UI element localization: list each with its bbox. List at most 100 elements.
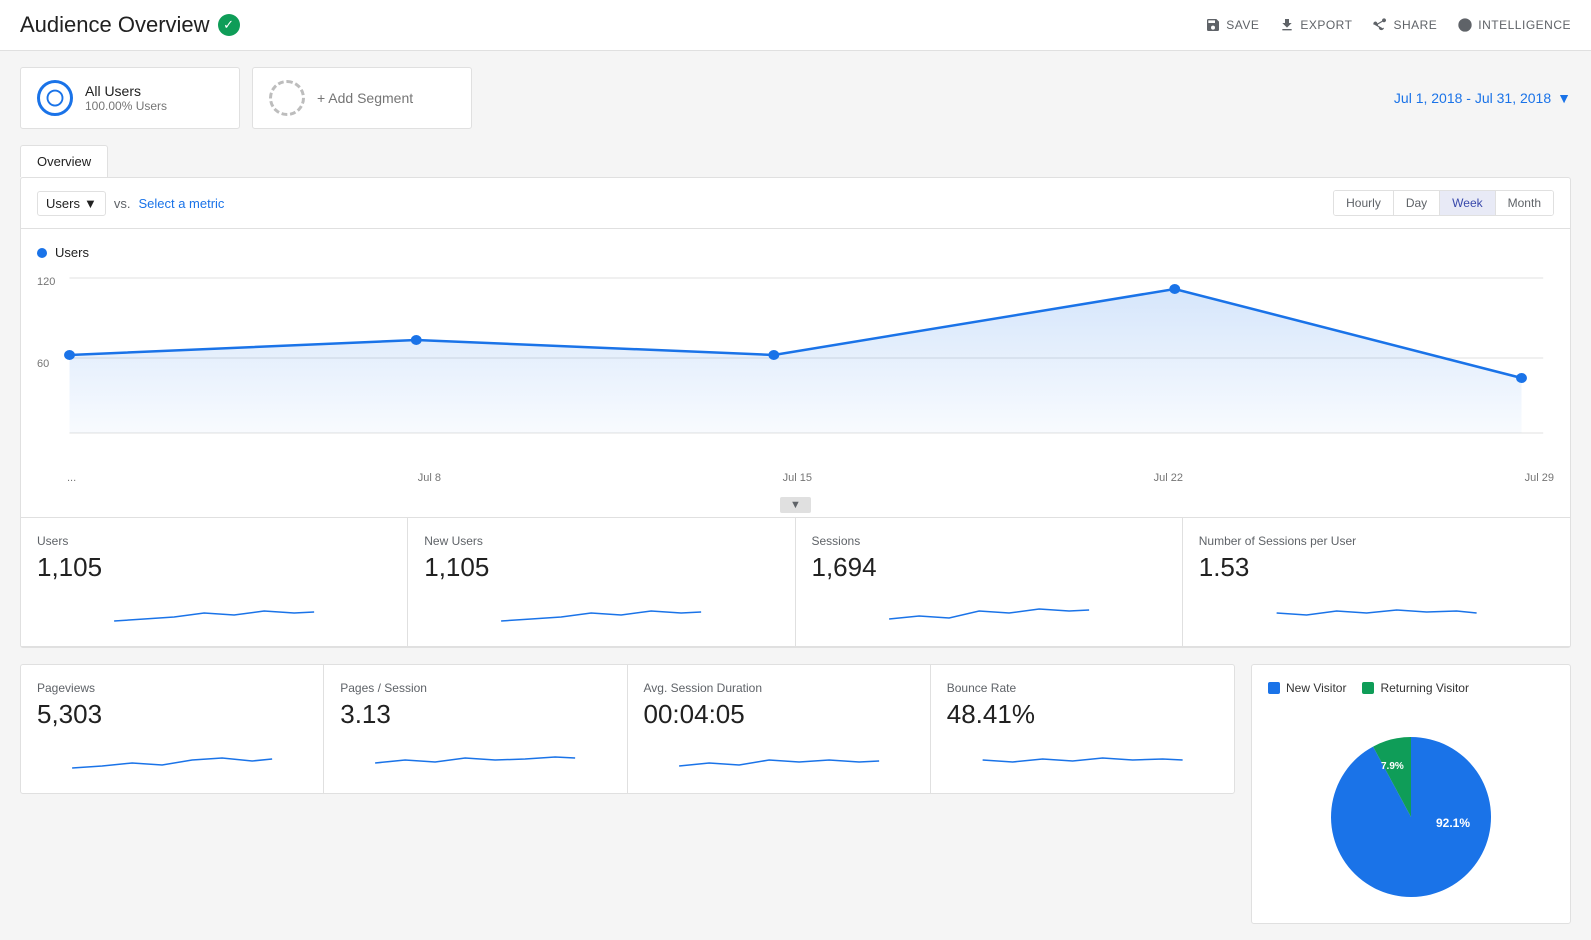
x-label-0: ...	[67, 472, 76, 484]
sparkline-avg-duration	[644, 738, 914, 778]
metric-value-sessions: 1,694	[812, 552, 1166, 583]
metric-label-sessions: Sessions	[812, 534, 1166, 548]
metric-value-users: 1,105	[37, 552, 391, 583]
save-label: SAVE	[1226, 18, 1259, 32]
pie-chart: 92.1% 7.9%	[1281, 707, 1541, 907]
metric-label-pages-session: Pages / Session	[340, 681, 610, 695]
add-segment-text: + Add Segment	[317, 90, 413, 106]
segment-circle-icon	[37, 80, 73, 116]
x-label-4: Jul 29	[1525, 472, 1554, 484]
metric-label-pageviews: Pageviews	[37, 681, 307, 695]
select-metric-link[interactable]: Select a metric	[138, 196, 224, 211]
chart-legend: Users	[37, 245, 1554, 260]
metric-label-bounce-rate: Bounce Rate	[947, 681, 1218, 695]
segments-row: All Users 100.00% Users + Add Segment Ju…	[20, 67, 1571, 129]
main-content: All Users 100.00% Users + Add Segment Ju…	[0, 51, 1591, 940]
metric-cell-sessions-per-user: Number of Sessions per User 1.53	[1183, 518, 1570, 647]
metric-left: Users ▼ vs. Select a metric	[37, 191, 224, 216]
x-axis: ... Jul 8 Jul 15 Jul 22 Jul 29	[37, 468, 1554, 492]
metric-cell-pageviews: Pageviews 5,303	[21, 665, 324, 793]
x-label-1: Jul 8	[418, 472, 441, 484]
metrics-bottom-grid: Pageviews 5,303 Pages / Session 3.13 Avg…	[20, 664, 1235, 794]
returning-visitor-pct-label: 7.9%	[1381, 761, 1404, 772]
returning-visitor-legend: Returning Visitor	[1362, 681, 1469, 695]
y-axis-max: 120	[37, 276, 55, 288]
header: Audience Overview ✓ SAVE EXPORT SHARE IN…	[0, 0, 1591, 51]
save-button[interactable]: SAVE	[1205, 17, 1259, 33]
metric-value-new-users: 1,105	[424, 552, 778, 583]
date-picker[interactable]: Jul 1, 2018 - Jul 31, 2018 ▼	[1394, 90, 1571, 106]
add-segment-card[interactable]: + Add Segment	[252, 67, 472, 129]
metric-dropdown-label: Users	[46, 196, 80, 211]
sparkline-pages-session	[340, 738, 610, 778]
page-title: Audience Overview	[20, 12, 210, 38]
segments-left: All Users 100.00% Users + Add Segment	[20, 67, 472, 129]
metric-label-users: Users	[37, 534, 391, 548]
share-button[interactable]: SHARE	[1372, 17, 1437, 33]
sparkline-sessions	[812, 591, 1166, 631]
users-legend-dot	[37, 248, 47, 258]
segment-percentage: 100.00% Users	[85, 99, 167, 113]
time-period-buttons: Hourly Day Week Month	[1333, 190, 1554, 216]
segment-info: All Users 100.00% Users	[85, 83, 167, 113]
overview-panel: Users ▼ vs. Select a metric Hourly Day W…	[20, 177, 1571, 648]
week-btn[interactable]: Week	[1440, 191, 1495, 215]
metric-value-bounce-rate: 48.41%	[947, 699, 1218, 730]
scroll-button[interactable]: ▼	[780, 497, 811, 513]
metric-label-sessions-per-user: Number of Sessions per User	[1199, 534, 1554, 548]
day-btn[interactable]: Day	[1394, 191, 1440, 215]
sparkline-bounce-rate	[947, 738, 1218, 778]
all-users-segment[interactable]: All Users 100.00% Users	[20, 67, 240, 129]
date-picker-arrow: ▼	[1557, 90, 1571, 106]
segment-name: All Users	[85, 83, 167, 99]
intelligence-label: INTELLIGENCE	[1478, 18, 1571, 32]
metric-value-sessions-per-user: 1.53	[1199, 552, 1554, 583]
pie-legend: New Visitor Returning Visitor	[1268, 681, 1554, 695]
overview-tab-label[interactable]: Overview	[20, 145, 1571, 177]
metric-value-pageviews: 5,303	[37, 699, 307, 730]
pie-section: New Visitor Returning Visitor	[1251, 664, 1571, 924]
header-actions: SAVE EXPORT SHARE INTELLIGENCE	[1205, 17, 1571, 33]
export-label: EXPORT	[1300, 18, 1352, 32]
returning-visitor-dot	[1362, 682, 1374, 694]
scroll-indicator: ▼	[37, 492, 1554, 517]
chart-controls: Users ▼ vs. Select a metric Hourly Day W…	[21, 178, 1570, 229]
x-label-2: Jul 15	[783, 472, 812, 484]
y-axis-mid: 60	[37, 358, 49, 370]
shield-icon: ✓	[218, 14, 240, 36]
metric-cell-avg-duration: Avg. Session Duration 00:04:05	[628, 665, 931, 793]
metric-label-avg-duration: Avg. Session Duration	[644, 681, 914, 695]
line-chart	[37, 268, 1554, 448]
export-button[interactable]: EXPORT	[1279, 17, 1352, 33]
metric-cell-sessions: Sessions 1,694	[796, 518, 1183, 647]
bottom-section: Pageviews 5,303 Pages / Session 3.13 Avg…	[20, 664, 1571, 924]
add-segment-icon	[269, 80, 305, 116]
new-visitor-dot	[1268, 682, 1280, 694]
overview-tab-text: Overview	[20, 145, 108, 177]
metrics-top-grid: Users 1,105 New Users 1,105 Sessions 1,6…	[21, 517, 1570, 647]
metric-cell-new-users: New Users 1,105	[408, 518, 795, 647]
sparkline-sessions-per-user	[1199, 591, 1554, 631]
new-visitor-legend: New Visitor	[1268, 681, 1346, 695]
metric-value-avg-duration: 00:04:05	[644, 699, 914, 730]
metric-cell-bounce-rate: Bounce Rate 48.41%	[931, 665, 1234, 793]
metric-cell-users: Users 1,105	[21, 518, 408, 647]
vs-text: vs.	[114, 196, 131, 211]
x-label-3: Jul 22	[1154, 472, 1183, 484]
metric-value-pages-session: 3.13	[340, 699, 610, 730]
date-range-text: Jul 1, 2018 - Jul 31, 2018	[1394, 90, 1551, 106]
metric-dropdown[interactable]: Users ▼	[37, 191, 106, 216]
metric-cell-pages-session: Pages / Session 3.13	[324, 665, 627, 793]
month-btn[interactable]: Month	[1496, 191, 1553, 215]
sparkline-new-users	[424, 591, 778, 631]
intelligence-button[interactable]: INTELLIGENCE	[1457, 17, 1571, 33]
returning-visitor-label: Returning Visitor	[1380, 681, 1469, 695]
header-left: Audience Overview ✓	[20, 12, 240, 38]
metric-label-new-users: New Users	[424, 534, 778, 548]
chart-area: Users 120 60	[21, 229, 1570, 517]
metrics-bottom: Pageviews 5,303 Pages / Session 3.13 Avg…	[20, 664, 1235, 924]
sparkline-pageviews	[37, 738, 307, 778]
sparkline-users	[37, 591, 391, 631]
hourly-btn[interactable]: Hourly	[1334, 191, 1394, 215]
chart-container: 120 60	[37, 268, 1554, 468]
